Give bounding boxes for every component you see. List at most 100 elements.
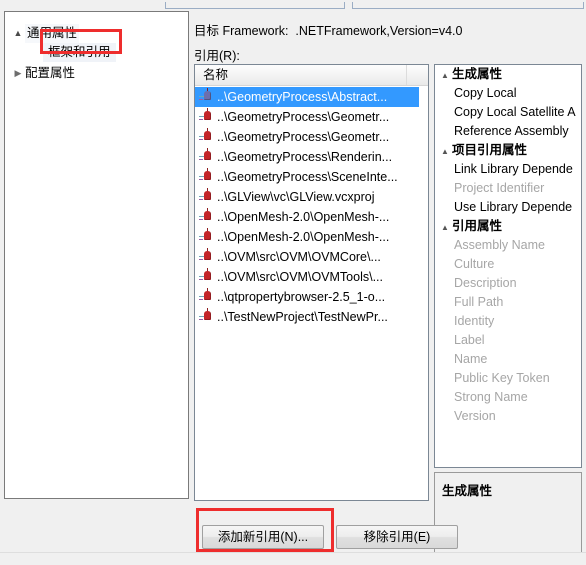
expander-collapse-icon[interactable]: ▲ xyxy=(441,142,452,161)
property-name-label: Name xyxy=(454,352,488,366)
reference-list-item[interactable]: ..\OVM\src\OVM\OVMTools\... xyxy=(195,267,428,287)
reference-list-item-label: ..\TestNewProject\TestNewPr... xyxy=(217,310,388,324)
property-name-label: Reference Assembly xyxy=(454,124,569,138)
project-reference-icon xyxy=(199,227,217,247)
reference-list-item-label: ..\OVM\src\OVM\OVMTools\... xyxy=(217,270,383,284)
property-row: Public Key Token xyxy=(435,369,581,388)
property-category-row[interactable]: ▲ 生成属性 xyxy=(435,65,581,84)
reference-list[interactable]: 名称 ..\GeometryProcess\Abstract... ..\Geom… xyxy=(194,64,429,501)
project-reference-icon xyxy=(199,167,217,187)
target-framework-line: 目标 Framework: .NETFramework,Version=v4.0 xyxy=(194,20,462,39)
property-name-label: Culture xyxy=(454,257,495,271)
reference-list-item[interactable]: ..\GLView\vc\GLView.vcxproj xyxy=(195,187,428,207)
property-name-label: Description xyxy=(454,276,517,290)
property-row: Description xyxy=(435,274,581,293)
reference-list-item-label: ..\OpenMesh-2.0\OpenMesh-... xyxy=(217,230,390,244)
property-row: Full Path xyxy=(435,293,581,312)
property-name-label: Use Library Depende xyxy=(454,200,573,214)
property-row: Version xyxy=(435,407,581,426)
property-name-label: Full Path xyxy=(454,295,504,309)
dialog-bottom-strip xyxy=(0,552,586,565)
property-category-label: 生成属性 xyxy=(452,67,503,81)
project-reference-icon xyxy=(199,127,217,147)
properties-grid[interactable]: ▲ 生成属性 Copy Local Copy Local Satellite A Ref… xyxy=(434,64,582,468)
property-name-label: Link Library Depende xyxy=(454,162,573,176)
project-reference-icon xyxy=(199,267,217,287)
target-framework-label: 目标 Framework: xyxy=(194,24,289,38)
reference-list-item-label: ..\OVM\src\OVM\OVMCore\... xyxy=(217,250,381,264)
reference-list-item[interactable]: ..\OpenMesh-2.0\OpenMesh-... xyxy=(195,227,428,247)
reference-list-item[interactable]: ..\GeometryProcess\SceneInte... xyxy=(195,167,428,187)
project-reference-icon xyxy=(199,287,217,307)
reference-list-item[interactable]: ..\GeometryProcess\Geometr... xyxy=(195,107,428,127)
property-category-row[interactable]: ▲ 引用属性 xyxy=(435,217,581,236)
reference-list-item[interactable]: ..\GeometryProcess\Geometr... xyxy=(195,127,428,147)
property-category-label: 引用属性 xyxy=(452,219,503,233)
reference-list-item[interactable]: ..\OpenMesh-2.0\OpenMesh-... xyxy=(195,207,428,227)
project-reference-icon xyxy=(199,187,217,207)
target-framework-value: .NETFramework,Version=v4.0 xyxy=(295,24,463,38)
column-header-name[interactable]: 名称 xyxy=(195,65,407,85)
property-row[interactable]: Copy Local xyxy=(435,84,581,103)
reference-list-header[interactable]: 名称 xyxy=(195,65,428,86)
property-row: Assembly Name xyxy=(435,236,581,255)
reference-list-item[interactable]: ..\GeometryProcess\Renderin... xyxy=(195,147,428,167)
references-label: 引用(R): xyxy=(194,49,240,63)
reference-list-item-label: ..\qtpropertybrowser-2.5_1-o... xyxy=(217,290,386,304)
property-name-label: Copy Local xyxy=(454,86,517,100)
reference-list-body[interactable]: ..\GeometryProcess\Abstract... ..\Geometr… xyxy=(195,87,428,500)
reference-list-item[interactable]: ..\GeometryProcess\Abstract... xyxy=(195,87,419,107)
property-row: Project Identifier xyxy=(435,179,581,198)
tree-item-configuration-properties[interactable]: ▶ 配置属性 xyxy=(11,64,75,83)
project-reference-icon xyxy=(199,107,217,127)
property-name-label: Project Identifier xyxy=(454,181,545,195)
property-tree-panel[interactable]: ▲ 通用属性 框架和引用 ▶ 配置属性 xyxy=(4,11,189,499)
reference-list-item[interactable]: ..\qtpropertybrowser-2.5_1-o... xyxy=(195,287,428,307)
expander-collapse-icon[interactable]: ▲ xyxy=(441,66,452,85)
project-reference-icon xyxy=(199,147,217,167)
annotation-highlight-add-reference xyxy=(196,508,334,552)
property-category-label: 项目引用属性 xyxy=(452,143,528,157)
expander-expand-icon[interactable]: ▶ xyxy=(11,64,25,83)
project-reference-icon xyxy=(199,87,217,107)
column-header-filler xyxy=(407,65,429,85)
main-content-area: 目标 Framework: .NETFramework,Version=v4.0… xyxy=(194,11,582,562)
reference-list-item[interactable]: ..\OVM\src\OVM\OVMCore\... xyxy=(195,247,428,267)
expander-collapse-icon[interactable]: ▲ xyxy=(11,24,25,43)
tab-outline-right xyxy=(352,2,584,9)
property-row[interactable]: Copy Local Satellite A xyxy=(435,103,581,122)
expander-collapse-icon[interactable]: ▲ xyxy=(441,218,452,237)
project-reference-icon xyxy=(199,207,217,227)
reference-list-item-label: ..\GeometryProcess\Geometr... xyxy=(217,130,390,144)
property-row[interactable]: Link Library Depende xyxy=(435,160,581,179)
tab-outline-left xyxy=(165,2,345,9)
description-title: 生成属性 xyxy=(442,484,493,498)
property-name-label: Version xyxy=(454,409,496,423)
property-name-label: Strong Name xyxy=(454,390,528,404)
reference-list-item-label: ..\OpenMesh-2.0\OpenMesh-... xyxy=(217,210,390,224)
reference-list-item-label: ..\GeometryProcess\SceneInte... xyxy=(217,170,398,184)
remove-reference-button[interactable]: 移除引用(E) xyxy=(336,525,458,549)
reference-list-item-label: ..\GeometryProcess\Renderin... xyxy=(217,150,393,164)
property-name-label: Copy Local Satellite A xyxy=(454,105,576,119)
project-reference-icon xyxy=(199,247,217,267)
property-name-label: Identity xyxy=(454,314,495,328)
property-row: Identity xyxy=(435,312,581,331)
reference-list-item-label: ..\GeometryProcess\Abstract... xyxy=(217,90,388,104)
reference-list-item-label: ..\GeometryProcess\Geometr... xyxy=(217,110,390,124)
property-row[interactable]: Reference Assembly xyxy=(435,122,581,141)
property-row: Name xyxy=(435,350,581,369)
reference-list-item[interactable]: ..\TestNewProject\TestNewPr... xyxy=(195,307,428,327)
property-name-label: Public Key Token xyxy=(454,371,550,385)
property-name-label: Assembly Name xyxy=(454,238,545,252)
property-name-label: Label xyxy=(454,333,485,347)
property-row[interactable]: Use Library Depende xyxy=(435,198,581,217)
annotation-highlight-framework xyxy=(40,29,122,54)
tree-item-label: 配置属性 xyxy=(25,66,76,80)
property-row: Strong Name xyxy=(435,388,581,407)
property-row: Culture xyxy=(435,255,581,274)
reference-list-item-label: ..\GLView\vc\GLView.vcxproj xyxy=(217,190,375,204)
property-category-row[interactable]: ▲ 项目引用属性 xyxy=(435,141,581,160)
property-row: Label xyxy=(435,331,581,350)
project-reference-icon xyxy=(199,307,217,327)
